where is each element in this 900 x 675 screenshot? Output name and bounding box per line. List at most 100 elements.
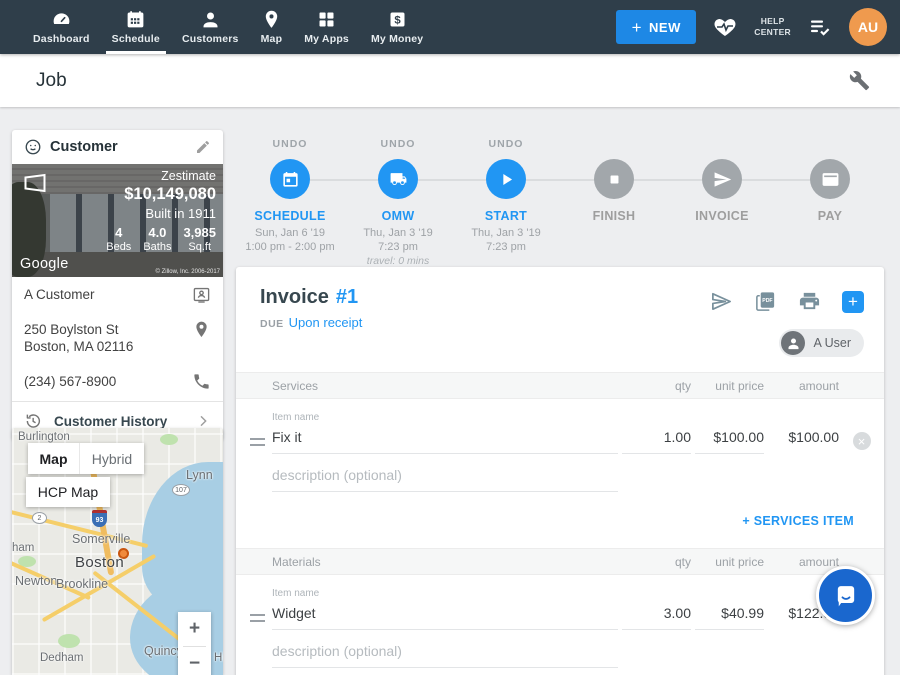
qty-input[interactable] [622, 605, 691, 630]
customer-phone-row: (234) 567-8900 [12, 364, 223, 399]
invoice-card: Invoice#1 DUEUpon receipt PDF + A User S… [236, 267, 884, 675]
timeline-step-start: UNDO START Thu, Jan 3 '19 7:23 pm [452, 138, 560, 267]
title-bar: Job [0, 54, 900, 107]
health-heart-icon[interactable] [713, 15, 737, 39]
step-time: 7:23 pm [378, 240, 418, 254]
nav-item-schedule[interactable]: Schedule [101, 0, 171, 54]
description-input[interactable] [272, 643, 618, 668]
user-avatar[interactable]: AU [849, 8, 887, 46]
step-label: FINISH [593, 209, 636, 223]
zestimate-value: $10,149,080 [106, 185, 216, 204]
checklist-icon[interactable] [808, 15, 832, 39]
customer-name: A Customer [24, 287, 95, 302]
property-photo: Zestimate $10,149,080 Built in 1911 4 Be… [12, 164, 223, 277]
materials-section-header: Materials qty unit price amount [236, 548, 884, 575]
location-pin-icon[interactable] [192, 320, 211, 339]
item-name-input[interactable] [272, 605, 618, 630]
undo-link[interactable]: UNDO [489, 138, 524, 150]
drag-handle[interactable] [250, 614, 265, 622]
chat-support-button[interactable] [816, 566, 875, 625]
built-year: Built in 1911 [106, 206, 216, 221]
add-invoice-button[interactable]: + [842, 291, 864, 313]
stat-value: 3,985 [183, 225, 216, 240]
unit-price-input[interactable] [695, 429, 764, 454]
zestimate-label: Zestimate [106, 169, 216, 183]
map-button-hybrid[interactable]: Hybrid [80, 443, 144, 474]
omw-step-button[interactable] [378, 159, 418, 199]
street-view-pano-icon[interactable] [22, 173, 48, 193]
customer-card-title: Customer [50, 139, 118, 155]
unit-price-input[interactable] [695, 605, 764, 630]
pay-step-button[interactable] [810, 159, 850, 199]
nav-label: Dashboard [33, 33, 90, 45]
pdf-icon[interactable]: PDF [754, 290, 777, 313]
remove-item-icon[interactable]: × [853, 432, 871, 450]
col-qty: qty [618, 555, 691, 569]
undo-link[interactable]: UNDO [381, 138, 416, 150]
nav-item-dashboard[interactable]: Dashboard [22, 0, 101, 54]
map-label-dedham: Dedham [40, 652, 83, 664]
zoom-out-button[interactable]: − [178, 647, 211, 675]
invoice-step-button[interactable] [702, 159, 742, 199]
map-type-buttons: Map Hybrid [28, 443, 144, 474]
map-label-brookline: Brookline [56, 577, 108, 591]
nav-item-my-money[interactable]: $ My Money [360, 0, 434, 54]
nav-item-my-apps[interactable]: My Apps [293, 0, 360, 54]
plus-icon: + [632, 19, 642, 36]
schedule-step-button[interactable] [270, 159, 310, 199]
stat-label: Beds [106, 241, 131, 253]
person-icon [786, 336, 801, 351]
item-name-input[interactable] [272, 429, 618, 454]
service-description-row [236, 467, 884, 492]
stat-sqft: 3,985 Sq.ft [183, 225, 216, 253]
edit-pencil-icon[interactable] [195, 139, 211, 155]
undo-link[interactable]: UNDO [273, 138, 308, 150]
assignee-name: A User [813, 336, 851, 350]
invoice-number-link[interactable]: #1 [336, 286, 358, 308]
timeline-step-invoice: INVOICE [668, 138, 776, 267]
stat-value: 4.0 [143, 225, 171, 240]
map-label-ham: ham [12, 542, 34, 554]
print-icon[interactable] [798, 290, 821, 313]
zoom-in-button[interactable]: + [178, 612, 211, 646]
svg-text:$: $ [394, 15, 401, 27]
qty-input[interactable] [622, 429, 691, 454]
timeline-step-pay: PAY [776, 138, 884, 267]
description-input[interactable] [272, 467, 618, 492]
map-zoom-control: + − [178, 612, 211, 675]
google-watermark: Google [20, 256, 69, 272]
finish-step-button[interactable] [594, 159, 634, 199]
line-amount: $100.00 [764, 429, 839, 454]
step-label: OMW [382, 209, 415, 223]
nav-label: Schedule [112, 33, 160, 45]
chevron-right-icon [195, 413, 211, 429]
map-button-hcp[interactable]: HCP Map [26, 477, 110, 507]
item-name-label: Item name [272, 412, 618, 423]
stop-icon [605, 170, 624, 189]
top-nav: Dashboard Schedule Customers Map My Apps… [0, 0, 900, 54]
property-stats: 4 Beds 4.0 Baths 3,985 Sq.ft [106, 225, 216, 253]
map-label-burlington: Burlington [18, 431, 70, 443]
nav-item-map[interactable]: Map [250, 0, 294, 54]
job-settings-wrench-icon[interactable] [849, 70, 870, 91]
map-label-newton: Newton [15, 574, 57, 588]
drag-handle[interactable] [250, 438, 265, 446]
nav-item-customers[interactable]: Customers [171, 0, 250, 54]
assignee-chip[interactable]: A User [779, 329, 864, 357]
step-date: Thu, Jan 3 '19 [471, 226, 540, 240]
help-center-link[interactable]: HELP CENTER [754, 16, 791, 37]
start-step-button[interactable] [486, 159, 526, 199]
map-button-map[interactable]: Map [28, 443, 80, 474]
send-invoice-icon[interactable] [710, 290, 733, 313]
material-line-item: Item name $122.97 × [236, 588, 884, 630]
step-label: SCHEDULE [254, 209, 325, 223]
col-qty: qty [618, 379, 691, 393]
customer-name-row: A Customer [12, 277, 223, 312]
new-button[interactable]: + NEW [616, 10, 696, 44]
col-amount: amount [764, 555, 839, 569]
contact-card-icon[interactable] [192, 285, 211, 304]
add-services-item-link[interactable]: + SERVICES ITEM [742, 514, 854, 528]
due-terms-link[interactable]: Upon receipt [289, 315, 363, 330]
customer-card: Customer Zestimate $10,149,080 Built in … [12, 130, 223, 440]
phone-icon[interactable] [192, 372, 211, 391]
